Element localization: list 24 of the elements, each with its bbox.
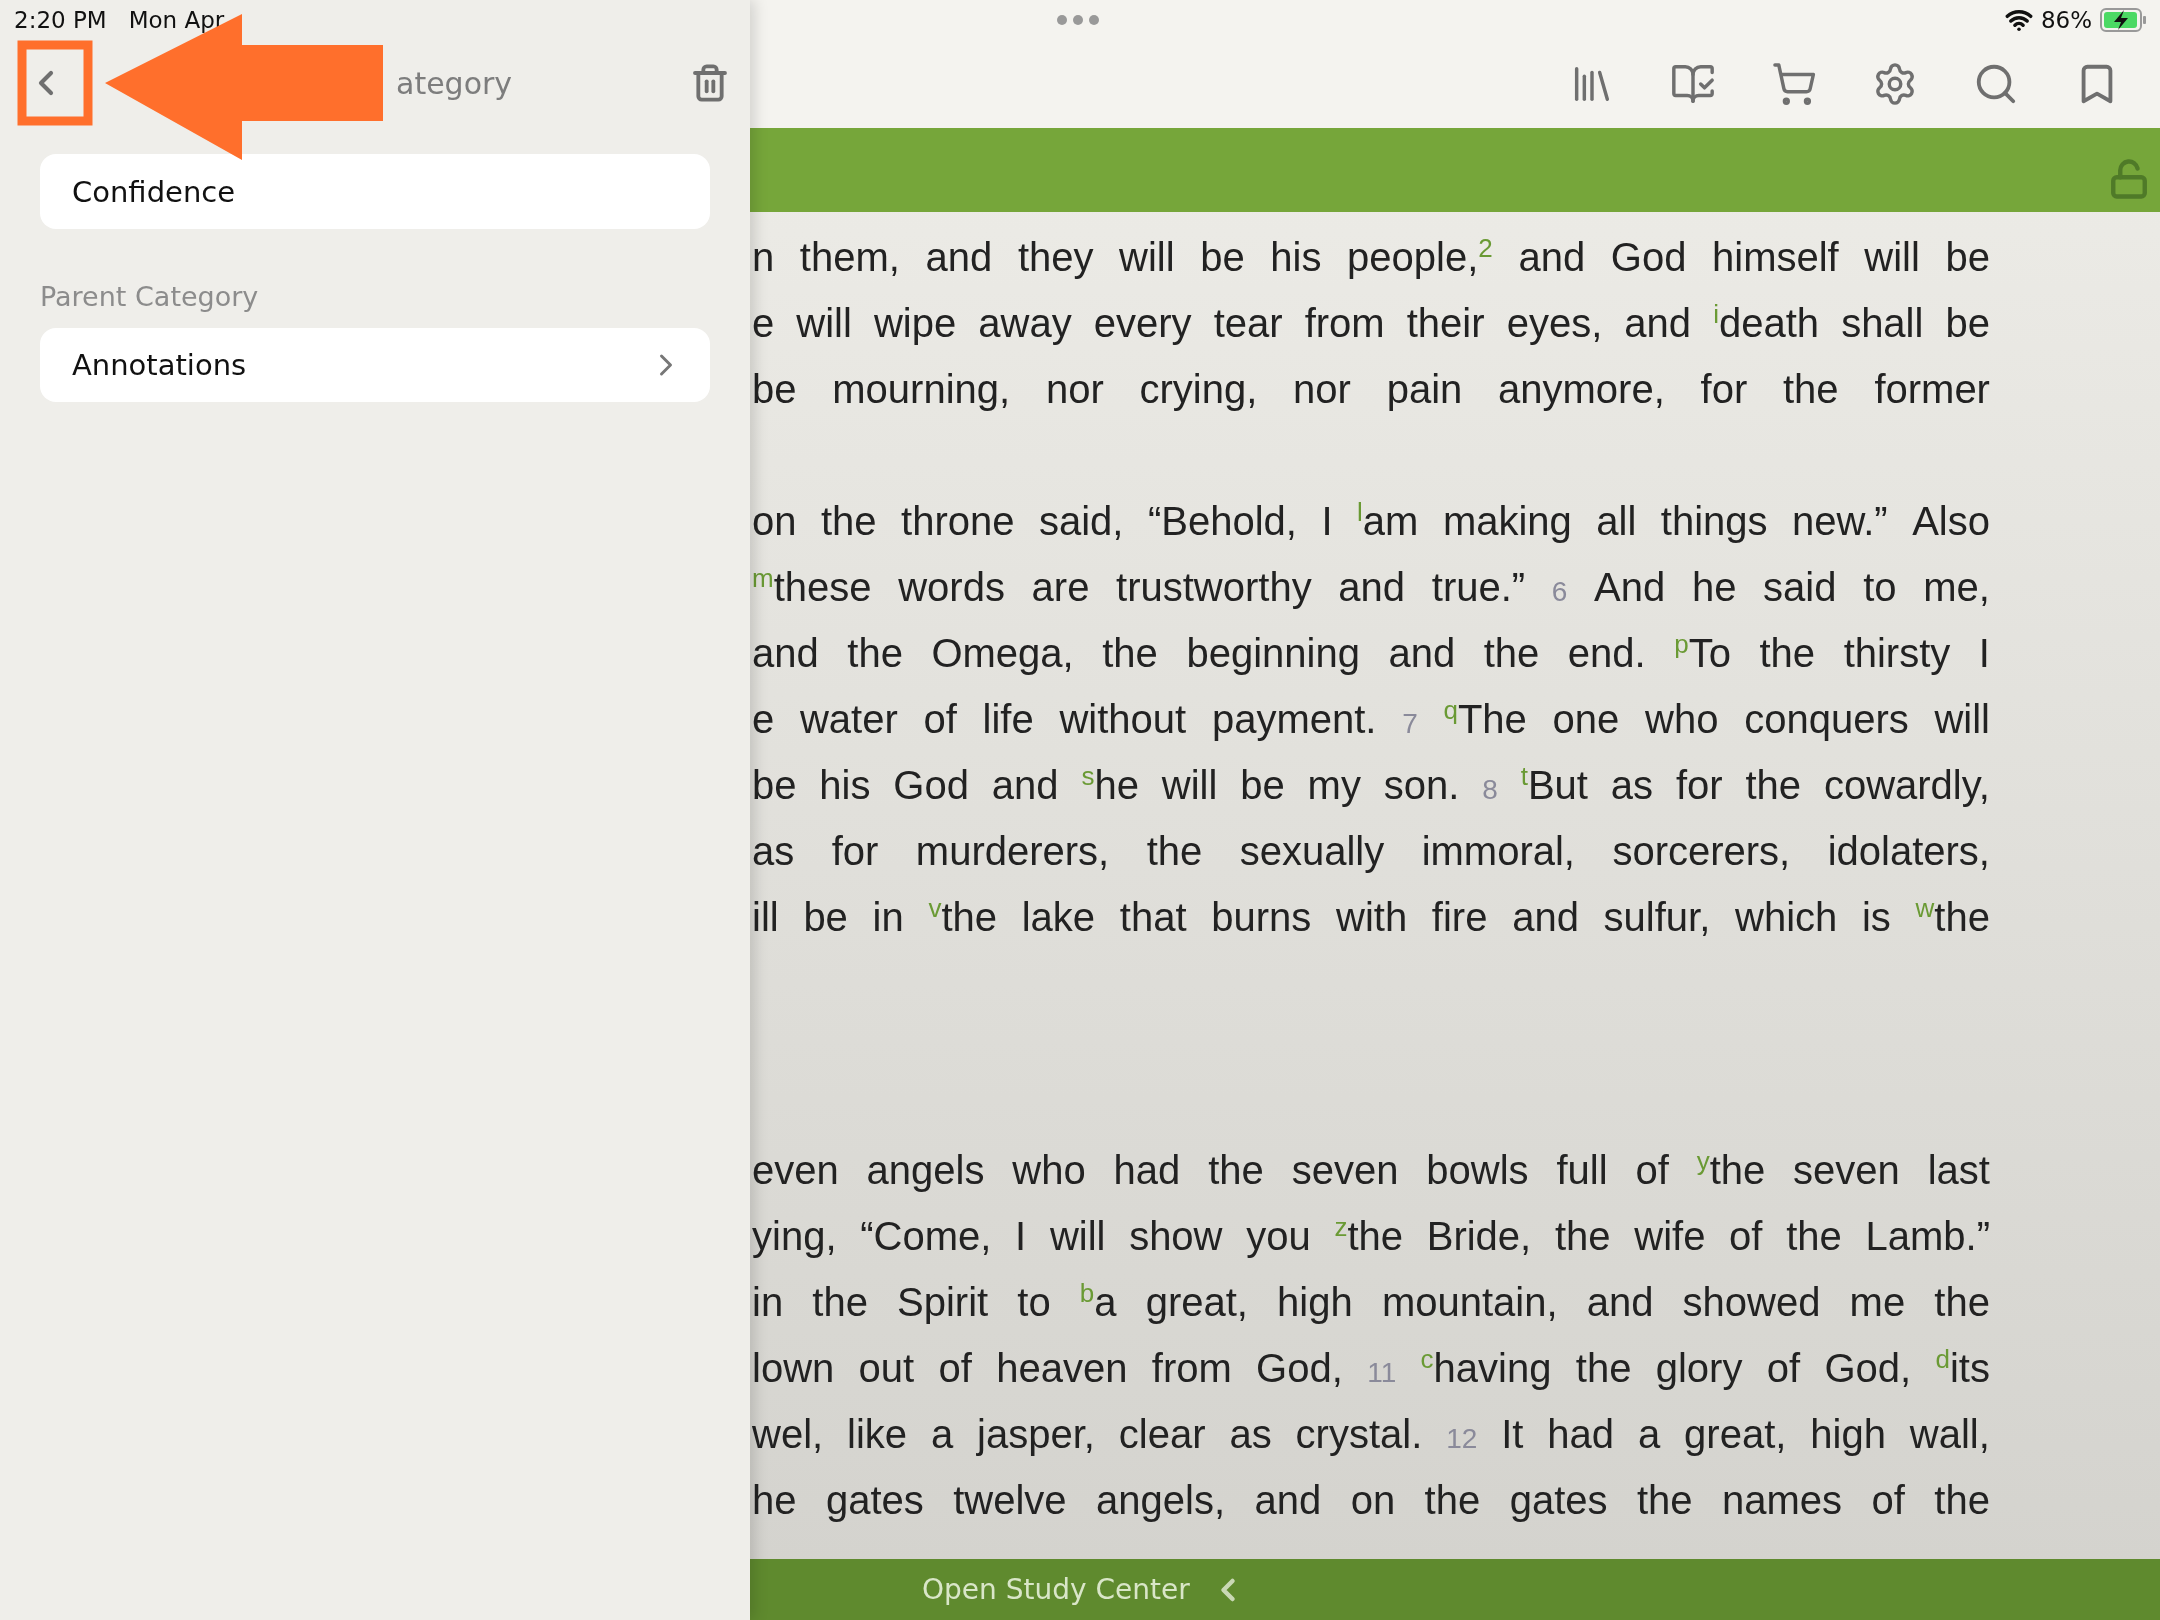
bible-text-line: ill be in $^{v}$the lake that burns with fire and sulfur, which is $^{w}$the [752, 891, 1990, 941]
bible-text-line: he gates twelve angels, and on the gates the names of the [752, 1477, 1990, 1524]
category-name-field[interactable]: Confidence [40, 154, 710, 229]
bible-text-line: wel, like a jasper, clear as crystal. 12 It had a great, high wall, [752, 1411, 1990, 1458]
battery-charging-icon [2100, 8, 2148, 32]
cart-icon[interactable] [1771, 61, 1817, 107]
status-date: Mon Apr [128, 7, 225, 33]
parent-category-label: Parent Category [40, 281, 260, 312]
status-time: 2:20 PM [14, 7, 107, 33]
bible-text-line: be mourning, nor crying, nor pain anymore, for the former [752, 366, 1990, 413]
bible-text-line: even angels who had the seven bowls full of $^{y}$the seven last [752, 1144, 1990, 1194]
bible-text-line: $^{m}$these words are trustworthy and true.” 6 And he said to me, [752, 561, 1990, 611]
multitask-dots-icon[interactable] [1056, 14, 1100, 26]
bible-text-line: as for murderers, the sexually immoral, sorcerers, idolaters, [752, 828, 1990, 875]
bible-text-line: n them, and they will be his people,$^{2}$ and God himself will be [752, 231, 1990, 281]
battery-percent: 86% [2040, 7, 2092, 33]
bible-text-line: ying, “Come, I will show you $^{z}$the Bride, the wife of the Lamb.” [752, 1210, 1990, 1260]
panel-title: ategory [396, 65, 514, 101]
bible-text-line: on the throne said, “Behold, I $^{l}$am making all things new.” Also [752, 495, 1990, 545]
parent-category-row[interactable]: Annotations [40, 328, 710, 402]
bible-text-line: and the Omega, the beginning and the end. $^{p}$To the thirsty I [752, 627, 1990, 677]
trash-icon[interactable] [690, 63, 730, 103]
bible-text-line: in the Spirit to $^{b}$a great, high mountain, and showed me the [752, 1276, 1990, 1326]
bible-text-line: e will wipe away every tear from their eyes, and $^{i}$death shall be [752, 297, 1990, 347]
